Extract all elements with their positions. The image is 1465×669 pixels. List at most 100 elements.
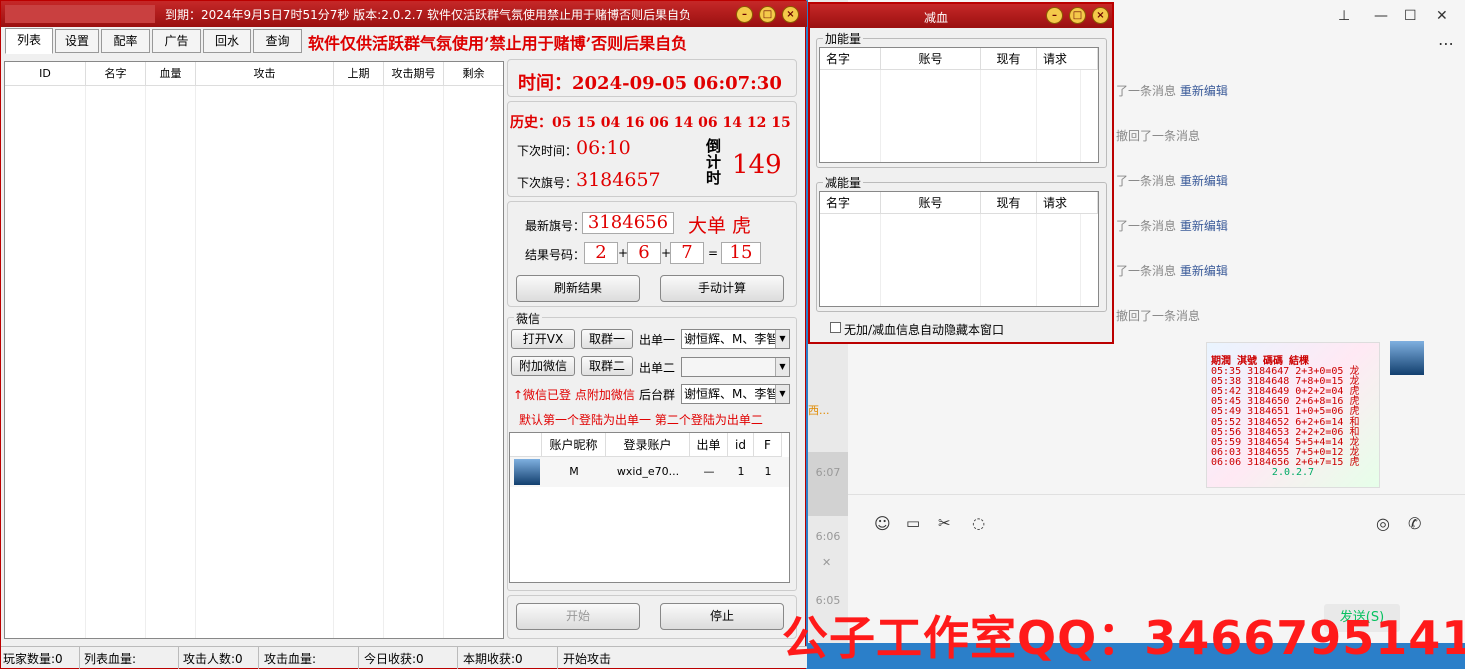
- attach-wechat-button[interactable]: 附加微信: [511, 356, 575, 376]
- more-icon[interactable]: ⋯: [1438, 34, 1454, 53]
- live-icon[interactable]: ◎: [1376, 514, 1390, 533]
- auto-hide-checkbox[interactable]: [830, 322, 841, 333]
- scissors-icon[interactable]: ✂: [938, 514, 951, 532]
- tab-ads[interactable]: 广告: [152, 29, 201, 53]
- status-bar: 玩家数量:0 列表血量: 攻击人数:0 攻击血量: 今日收获:0 本期收获:0 …: [1, 646, 807, 669]
- app-logo: [5, 5, 155, 23]
- next-time-label: 下次时间：: [517, 144, 578, 158]
- player-table[interactable]: ID 名字 血量 攻击 上期 攻击期号 剩余: [4, 61, 504, 639]
- col-name[interactable]: 名字: [820, 192, 881, 214]
- col-remaining[interactable]: 剩余: [444, 62, 503, 86]
- close-button[interactable]: ×: [782, 6, 799, 23]
- out2-label: 出单二: [639, 361, 676, 375]
- status-today: 今日收获:0: [364, 652, 424, 666]
- chat-side-text: 西...: [808, 404, 830, 417]
- sub-energy-group: 减能量 名字 账号 现有 请求: [816, 174, 1107, 312]
- call-icon[interactable]: ✆: [1408, 514, 1421, 533]
- latest-flag-label: 最新旗号：: [525, 219, 586, 233]
- minimize-icon[interactable]: —: [1374, 8, 1388, 24]
- col-out[interactable]: 出单: [690, 433, 728, 457]
- account-table[interactable]: 账户昵称 登录账户 出单 id F M wxid_e70... — 1 1: [509, 432, 790, 583]
- col-request[interactable]: 请求: [1037, 192, 1098, 214]
- col-attack-period[interactable]: 攻击期号: [384, 62, 444, 86]
- hint-attach: ↑微信已登 点附加微信: [513, 388, 635, 402]
- out1-select[interactable]: 谢恒辉、M、李智 ▼: [681, 329, 790, 349]
- add-energy-table[interactable]: 名字 账号 现有 请求: [819, 47, 1099, 163]
- col-hp[interactable]: 血量: [146, 62, 196, 86]
- tab-settings[interactable]: 设置: [55, 29, 99, 53]
- backstage-label: 后台群: [639, 388, 676, 402]
- chevron-down-icon: ▼: [775, 385, 789, 403]
- open-vx-button[interactable]: 打开VX: [511, 329, 575, 349]
- col-nick[interactable]: 账户昵称: [542, 433, 606, 457]
- control-panel: 开始 停止: [507, 595, 797, 639]
- col-id[interactable]: ID: [5, 62, 86, 86]
- col-id[interactable]: id: [728, 433, 754, 457]
- out2-select[interactable]: ▼: [681, 357, 790, 377]
- col-account[interactable]: 账号: [881, 192, 981, 214]
- table-row[interactable]: M wxid_e70... — 1 1: [510, 457, 789, 487]
- next-time-value: 06:10: [576, 137, 631, 159]
- minimize-button[interactable]: –: [736, 6, 753, 23]
- equals-sign: =: [708, 246, 719, 260]
- row-out: —: [703, 465, 715, 478]
- sub-energy-label: 减能量: [823, 174, 864, 191]
- refresh-result-button[interactable]: 刷新结果: [516, 275, 640, 302]
- current-time: 时间：2024-09-05 06:07:30: [518, 73, 782, 94]
- result-image-message[interactable]: 期潤 淇號 碼碼 結棵 05:35 3184647 2+3+0=05 龙 05:3…: [1206, 342, 1380, 488]
- col-current[interactable]: 现有: [981, 48, 1037, 70]
- popup-minimize-button[interactable]: –: [1046, 7, 1063, 24]
- col-attack[interactable]: 攻击: [196, 62, 334, 86]
- sub-energy-table[interactable]: 名字 账号 现有 请求: [819, 191, 1099, 307]
- status-attack-state: 开始攻击: [563, 652, 612, 666]
- tab-query[interactable]: 查询: [253, 29, 302, 53]
- col-current[interactable]: 现有: [981, 192, 1037, 214]
- col-name[interactable]: 名字: [86, 62, 146, 86]
- tab-rebate[interactable]: 回水: [203, 29, 251, 53]
- tab-odds[interactable]: 配率: [101, 29, 150, 53]
- countdown-value: 149: [732, 150, 782, 180]
- popup-maximize-button[interactable]: □: [1069, 7, 1086, 24]
- tab-list[interactable]: 列表: [5, 28, 53, 54]
- close-icon[interactable]: ✕: [1436, 8, 1448, 24]
- studio-watermark: 公子工作室QQ：3466795141: [782, 611, 1465, 665]
- col-f[interactable]: F: [754, 433, 782, 457]
- chevron-down-icon: ▼: [775, 330, 789, 348]
- warning-text: 软件仅供活跃群气氛使用’禁止用于赌博’否则后果自负: [308, 34, 688, 53]
- popup-title-bar: 减血 – □ ×: [810, 4, 1112, 28]
- col-account[interactable]: 账号: [881, 48, 981, 70]
- col-name[interactable]: 名字: [820, 48, 881, 70]
- result-label: 结果号码：: [525, 248, 586, 262]
- pin-icon[interactable]: ⊥: [1338, 8, 1350, 24]
- avatar: [514, 459, 540, 485]
- popup-close-button[interactable]: ×: [1092, 7, 1109, 24]
- re-edit-link[interactable]: 重新编辑: [1180, 219, 1228, 233]
- backstage-select[interactable]: 谢恒辉、M、李智 ▼: [681, 384, 790, 404]
- col-login[interactable]: 登录账户: [606, 433, 690, 457]
- stop-button[interactable]: 停止: [660, 603, 784, 630]
- folder-icon[interactable]: ▭: [906, 514, 920, 532]
- manual-calc-button[interactable]: 手动计算: [660, 275, 784, 302]
- add-energy-group: 加能量 名字 账号 现有 请求: [816, 30, 1107, 168]
- start-button[interactable]: 开始: [516, 603, 640, 630]
- take-group2-button[interactable]: 取群二: [581, 356, 633, 376]
- avatar[interactable]: [1390, 341, 1424, 375]
- maximize-button[interactable]: □: [759, 6, 776, 23]
- chat-bubble-icon[interactable]: ◌: [972, 514, 985, 532]
- emoji-icon[interactable]: ☺: [874, 514, 891, 533]
- col-last[interactable]: 上期: [334, 62, 384, 86]
- recall-note: 撤回了一条消息: [1116, 129, 1201, 143]
- next-flag-label: 下次旗号：: [517, 176, 578, 190]
- result-num-2: 6: [627, 242, 661, 264]
- col-request[interactable]: 请求: [1037, 48, 1098, 70]
- re-edit-link[interactable]: 重新编辑: [1180, 264, 1228, 278]
- image-footer: 2.0.2.7: [1271, 467, 1315, 479]
- chat-time: 6:06: [815, 530, 841, 543]
- chevron-down-icon: ▼: [775, 358, 789, 376]
- history-panel: 历史：05 15 04 16 06 14 06 14 12 15 下次时间： 0…: [507, 101, 797, 197]
- re-edit-link[interactable]: 重新编辑: [1180, 84, 1228, 98]
- take-group1-button[interactable]: 取群一: [581, 329, 633, 349]
- maximize-icon[interactable]: ☐: [1404, 8, 1417, 24]
- row-id: 1: [737, 465, 745, 478]
- re-edit-link[interactable]: 重新编辑: [1180, 174, 1228, 188]
